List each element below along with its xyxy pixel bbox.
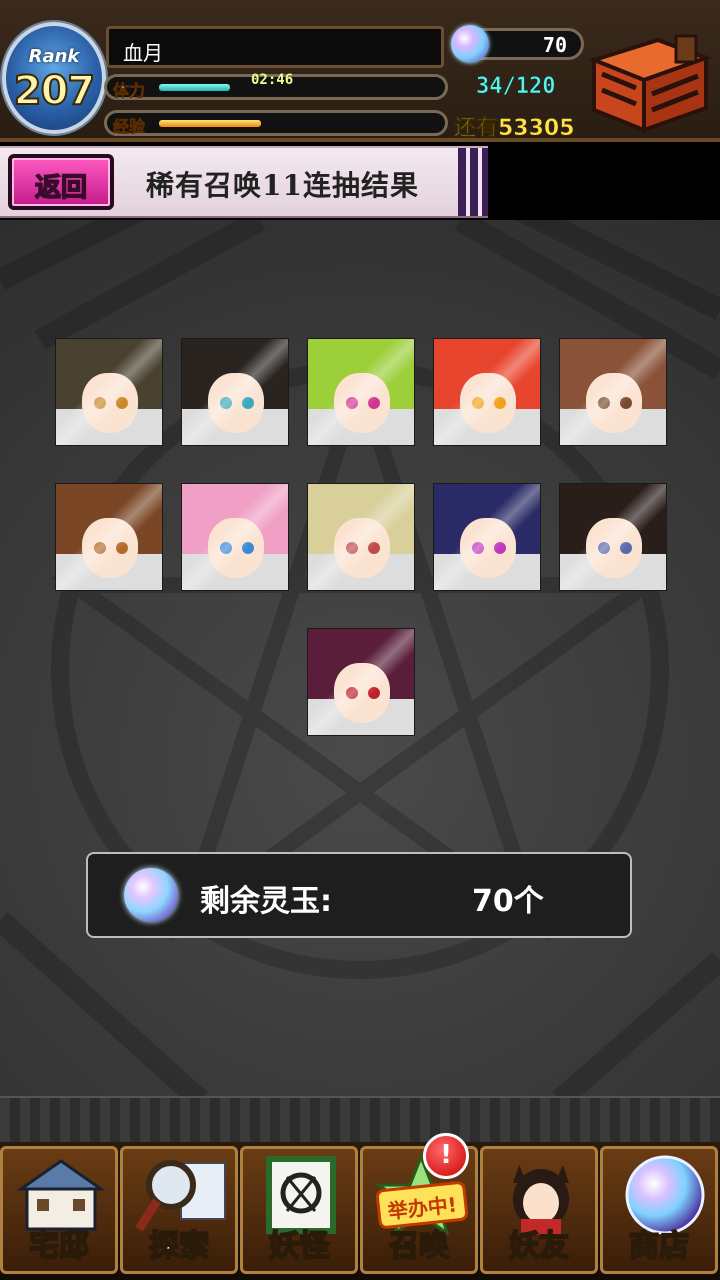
event-badge-text: 举办中! bbox=[386, 1192, 458, 1224]
player-name: 血月 bbox=[123, 41, 163, 65]
result-card-5[interactable] bbox=[559, 338, 667, 446]
remaining-jade-panel: 剩余灵玉: 70个 bbox=[86, 852, 632, 938]
remaining-jade-value: 70个 bbox=[472, 884, 544, 919]
nav-item-mansion[interactable]: 宅邸 bbox=[0, 1146, 118, 1274]
stamina-bar-fill bbox=[159, 84, 230, 91]
result-card-11[interactable] bbox=[307, 628, 415, 736]
back-label: 返回 bbox=[34, 172, 88, 204]
page-title: 稀有召唤11连抽结果 bbox=[146, 169, 419, 202]
result-card-2[interactable] bbox=[181, 338, 289, 446]
stamina-timer: 02:46 bbox=[251, 72, 294, 88]
card-shine bbox=[434, 484, 540, 590]
stamina-label: 体力 bbox=[113, 81, 146, 101]
treasure-chest-icon[interactable] bbox=[588, 30, 712, 134]
nav-divider bbox=[0, 1096, 720, 1142]
gem-counter[interactable]: 70 bbox=[451, 25, 584, 63]
nav-label-yokai: 妖怪 bbox=[268, 1228, 330, 1265]
card-shine bbox=[560, 484, 666, 590]
exp-remaining: 还有53305 bbox=[454, 116, 575, 142]
result-card-1[interactable] bbox=[55, 338, 163, 446]
result-card-3[interactable] bbox=[307, 338, 415, 446]
title-bar: 返回 稀有召唤11连抽结果 bbox=[0, 146, 488, 218]
back-button[interactable]: 返回 bbox=[8, 154, 114, 210]
alert-icon: ! bbox=[423, 1133, 469, 1179]
nav-item-friends[interactable]: 妖友 bbox=[480, 1146, 598, 1274]
nav-item-yokai[interactable]: 妖怪 bbox=[240, 1146, 358, 1274]
nav-label-summon: 召唤 bbox=[388, 1228, 450, 1265]
spirit-jade-orb-icon bbox=[124, 868, 178, 922]
status-header: Rank 207 血月 体力 02:46 经验 70 34/120 还有5330… bbox=[0, 0, 720, 142]
player-name-box[interactable]: 血月 bbox=[106, 26, 444, 68]
nav-item-shop[interactable]: 商店 bbox=[600, 1146, 718, 1274]
result-card-7[interactable] bbox=[181, 483, 289, 591]
result-card-9[interactable] bbox=[433, 483, 541, 591]
result-card-4[interactable] bbox=[433, 338, 541, 446]
title-decoration bbox=[458, 148, 488, 216]
gem-count: 70 bbox=[542, 33, 567, 57]
nav-label-mansion: 宅邸 bbox=[28, 1228, 90, 1265]
bottom-nav: 宅邸 探索 妖怪 举办中! ! 召唤 妖友 商店 bbox=[0, 1133, 720, 1280]
summon-results-area: 剩余灵玉: 70个 bbox=[0, 220, 720, 1100]
card-shine bbox=[434, 339, 540, 445]
nav-item-explore[interactable]: 探索 bbox=[120, 1146, 238, 1274]
nav-label-explore: 探索 bbox=[148, 1228, 210, 1265]
rank-badge[interactable]: Rank 207 bbox=[2, 22, 106, 134]
result-card-6[interactable] bbox=[55, 483, 163, 591]
result-card-10[interactable] bbox=[559, 483, 667, 591]
stamina-bar: 体力 02:46 bbox=[104, 72, 448, 101]
card-shine bbox=[308, 339, 414, 445]
nav-label-friends: 妖友 bbox=[508, 1228, 570, 1265]
card-shine bbox=[56, 339, 162, 445]
result-card-8[interactable] bbox=[307, 483, 415, 591]
card-shine bbox=[308, 484, 414, 590]
nav-label-shop: 商店 bbox=[628, 1228, 690, 1265]
card-shine bbox=[182, 484, 288, 590]
stamina-count: 34/120 bbox=[476, 74, 556, 100]
alert-text: ! bbox=[440, 1140, 452, 1170]
remaining-jade-label: 剩余灵玉: bbox=[200, 884, 332, 919]
rank-label: Rank bbox=[28, 46, 80, 67]
rank-value: 207 bbox=[13, 67, 97, 115]
card-shine bbox=[56, 484, 162, 590]
card-shine bbox=[182, 339, 288, 445]
spirit-jade-icon bbox=[451, 25, 489, 63]
card-shine bbox=[308, 629, 414, 735]
exp-label: 经验 bbox=[113, 117, 146, 137]
exp-bar: 经验 bbox=[104, 110, 448, 136]
nav-item-summon[interactable]: 举办中! ! 召唤 bbox=[360, 1133, 478, 1274]
exp-bar-fill bbox=[159, 120, 261, 127]
card-shine bbox=[560, 339, 666, 445]
